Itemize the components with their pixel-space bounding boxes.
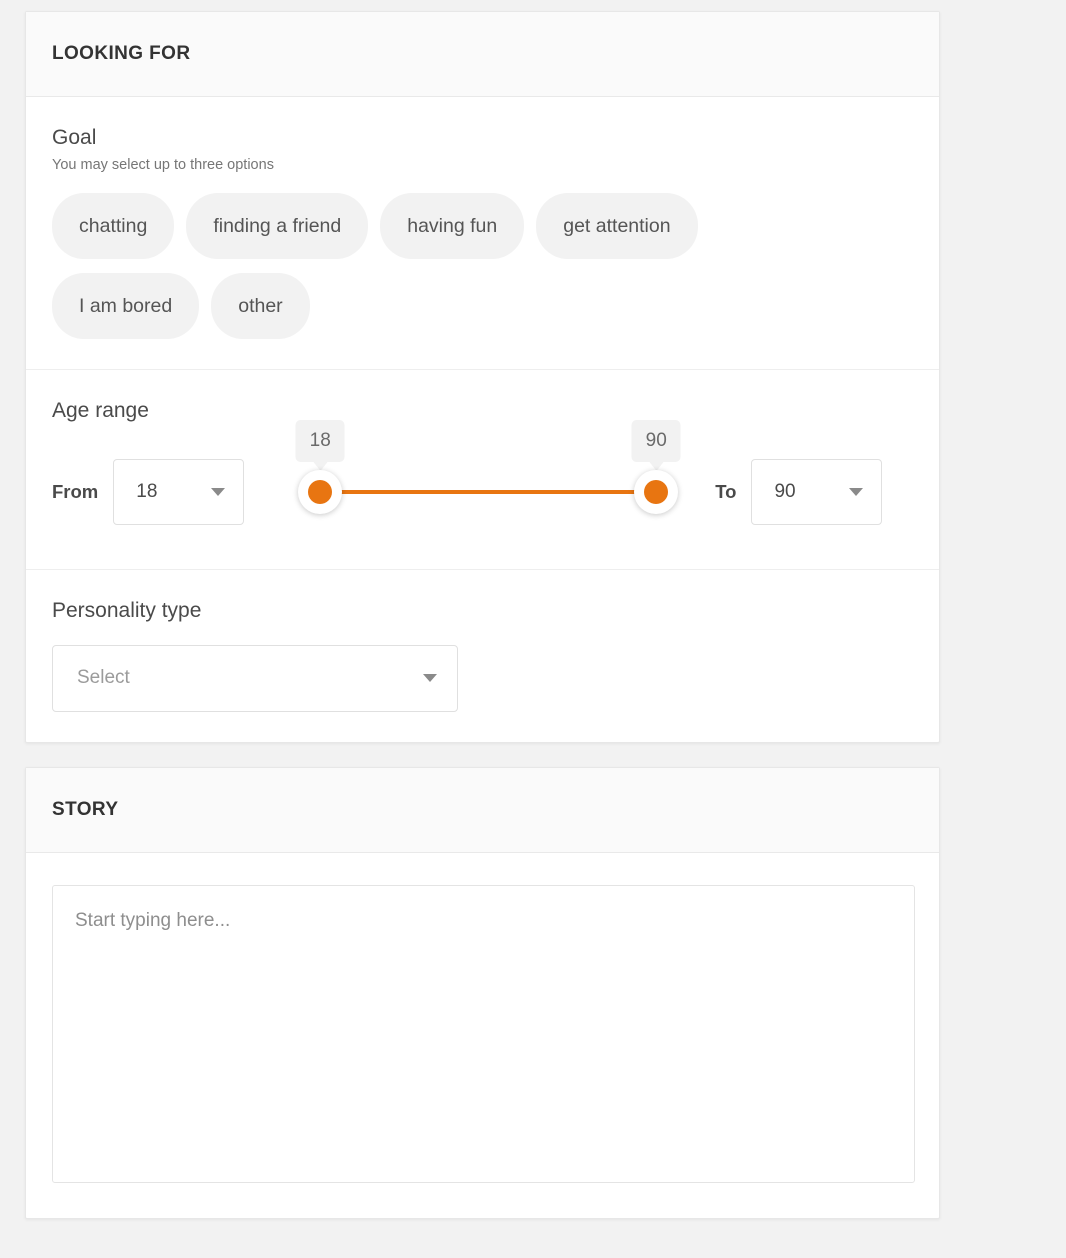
page-root: LOOKING FOR Goal You may select up to th… <box>0 0 1066 1219</box>
age-range-section: Age range From 18 18 90 To 90 <box>26 370 939 571</box>
age-from-select[interactable]: 18 <box>113 459 245 526</box>
goal-chip-having-fun[interactable]: having fun <box>380 193 525 260</box>
goal-section: Goal You may select up to three options … <box>26 97 939 371</box>
personality-type-placeholder: Select <box>77 667 130 689</box>
slider-max-tooltip: 90 <box>631 420 681 472</box>
chevron-down-icon <box>849 488 864 497</box>
slider-track-active <box>320 490 657 495</box>
chevron-down-icon <box>211 488 226 497</box>
chevron-down-icon <box>423 674 437 683</box>
story-body <box>26 853 939 1218</box>
personality-type-select[interactable]: Select <box>52 644 458 712</box>
personality-type-section: Personality type Select <box>26 570 939 741</box>
goal-chip-get-attention[interactable]: get attention <box>536 193 698 260</box>
looking-for-card: LOOKING FOR Goal You may select up to th… <box>25 11 940 743</box>
age-to-label: To <box>715 481 737 503</box>
personality-type-label: Personality type <box>52 599 202 623</box>
story-card: STORY <box>25 766 940 1219</box>
age-range-slider[interactable]: 18 90 <box>291 420 691 525</box>
goal-chip-other[interactable]: other <box>211 273 310 340</box>
slider-min-tooltip: 18 <box>295 420 345 472</box>
goal-chip-finding-a-friend[interactable]: finding a friend <box>186 193 369 260</box>
story-textarea[interactable] <box>52 884 915 1183</box>
goal-hint: You may select up to three options <box>52 157 274 174</box>
story-card-header: STORY <box>26 767 939 853</box>
age-from-value: 18 <box>136 481 158 503</box>
story-title: STORY <box>52 798 119 820</box>
slider-handle-max[interactable] <box>634 470 679 515</box>
goal-chip-group: chatting finding a friend having fun get… <box>52 193 842 340</box>
goal-chip-i-am-bored[interactable]: I am bored <box>52 273 200 340</box>
age-to-value: 90 <box>774 481 796 503</box>
goal-label: Goal <box>52 126 97 149</box>
looking-for-card-header: LOOKING FOR <box>26 12 939 97</box>
looking-for-title: LOOKING FOR <box>52 43 191 64</box>
goal-chip-chatting[interactable]: chatting <box>52 193 175 260</box>
age-from-label: From <box>52 481 99 503</box>
age-range-controls: From 18 18 90 To 90 <box>52 420 913 526</box>
slider-handle-min[interactable] <box>298 470 343 515</box>
age-range-label: Age range <box>52 399 149 423</box>
age-to-select[interactable]: 90 <box>751 459 883 526</box>
